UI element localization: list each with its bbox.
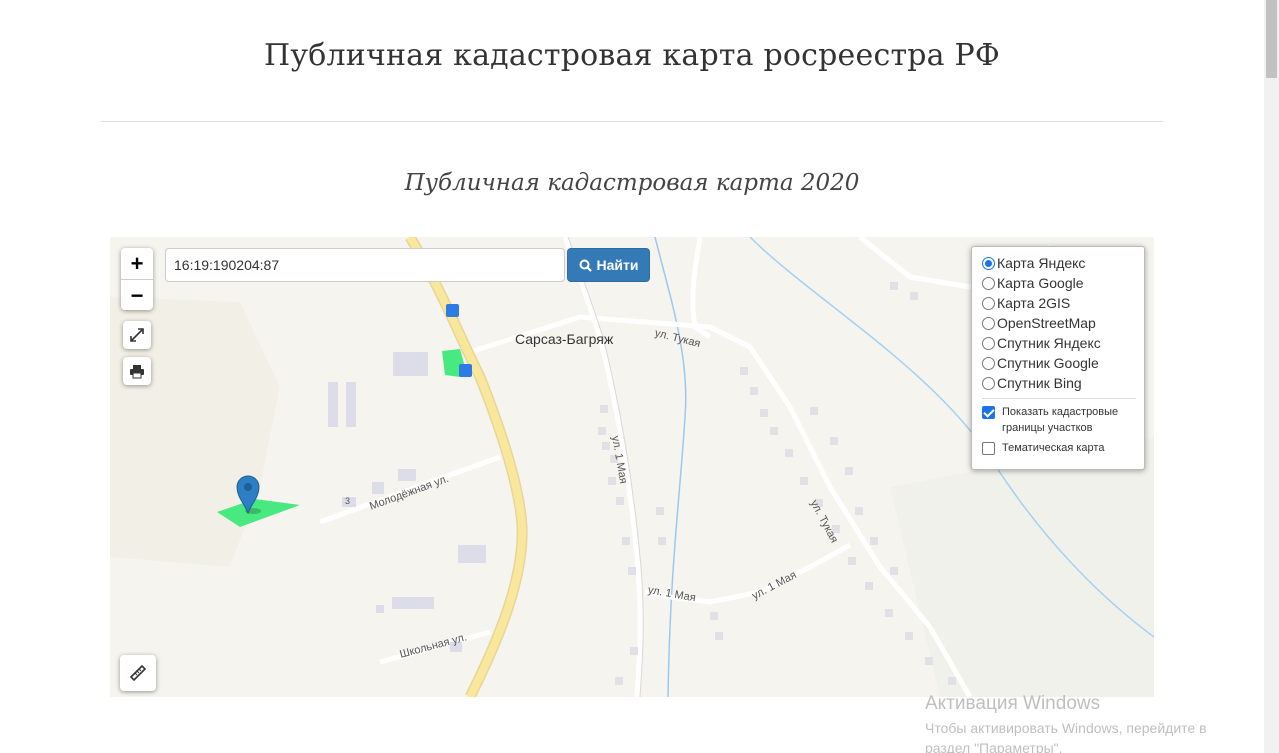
layer-option[interactable]: Спутник Bing: [982, 373, 1144, 393]
checkbox-checked[interactable]: [982, 406, 995, 419]
checkbox[interactable]: [982, 442, 995, 455]
thematic-map-toggle[interactable]: Тематическая карта: [982, 440, 1144, 456]
layer-label: Карта Яндекс: [997, 255, 1086, 271]
layer-label: Карта 2GIS: [997, 295, 1071, 311]
location-marker-icon[interactable]: [235, 473, 265, 515]
ruler-icon: [129, 664, 147, 682]
zoom-control: + −: [121, 248, 153, 310]
search-button[interactable]: Найти: [567, 248, 650, 282]
radio[interactable]: [982, 276, 995, 290]
radio[interactable]: [982, 356, 995, 370]
scrollbar-thumb[interactable]: [1266, 0, 1277, 78]
layer-label: Карта Google: [997, 275, 1084, 291]
cadastral-search-input[interactable]: 16:19:190204:87: [165, 248, 565, 282]
ruler-button[interactable]: [120, 655, 156, 691]
checkbox-label: Тематическая карта: [1002, 442, 1105, 454]
layer-divider: [982, 398, 1136, 399]
radio-selected[interactable]: [982, 256, 995, 270]
layer-option[interactable]: Карта Google: [982, 273, 1144, 293]
search-icon: [579, 259, 592, 272]
layer-label: Спутник Google: [997, 355, 1099, 371]
layer-label: Спутник Яндекс: [997, 335, 1101, 351]
radio[interactable]: [982, 296, 995, 310]
zoom-out-button[interactable]: −: [121, 279, 153, 310]
zoom-in-button[interactable]: +: [121, 248, 153, 279]
page-title: Публичная кадастровая карта росреестра Р…: [264, 38, 1000, 73]
layer-option[interactable]: Карта Яндекс: [982, 253, 1144, 273]
checkbox-label: Показать кадастровые границы участков: [1002, 406, 1119, 434]
house-number-label: 3: [345, 496, 351, 506]
cadastral-map[interactable]: Сарсаз-Багряж ул. Тукая ул. 1 Мая ул. Ту…: [110, 237, 1154, 697]
page-scrollbar[interactable]: [1264, 0, 1279, 753]
windows-activation-watermark: Активация Windows Чтобы активировать Win…: [925, 693, 1245, 753]
radio[interactable]: [982, 336, 995, 350]
radio[interactable]: [982, 376, 995, 390]
layer-switcher: Карта Яндекс Карта Google Карта 2GIS Ope…: [971, 246, 1145, 470]
watermark-title: Активация Windows: [925, 693, 1101, 714]
layer-option[interactable]: Карта 2GIS: [982, 293, 1144, 313]
fullscreen-icon: [130, 328, 144, 342]
watermark-text: Чтобы активировать Windows, перейдите в …: [925, 720, 1207, 753]
radio[interactable]: [982, 316, 995, 330]
fullscreen-button[interactable]: [123, 321, 151, 349]
layer-label: Спутник Bing: [997, 375, 1082, 391]
village-label: Сарсаз-Багряж: [515, 331, 614, 347]
cadastral-borders-toggle[interactable]: Показать кадастровые границы участков: [982, 404, 1144, 436]
printer-icon: [130, 364, 144, 378]
layer-option[interactable]: Спутник Яндекс: [982, 333, 1144, 353]
page-subtitle: Публичная кадастровая карта 2020: [404, 170, 860, 196]
layer-option[interactable]: OpenStreetMap: [982, 313, 1144, 333]
search-button-label: Найти: [596, 257, 639, 273]
divider: [101, 121, 1163, 122]
layer-label: OpenStreetMap: [997, 315, 1096, 331]
layer-option[interactable]: Спутник Google: [982, 353, 1144, 373]
print-button[interactable]: [123, 357, 151, 385]
